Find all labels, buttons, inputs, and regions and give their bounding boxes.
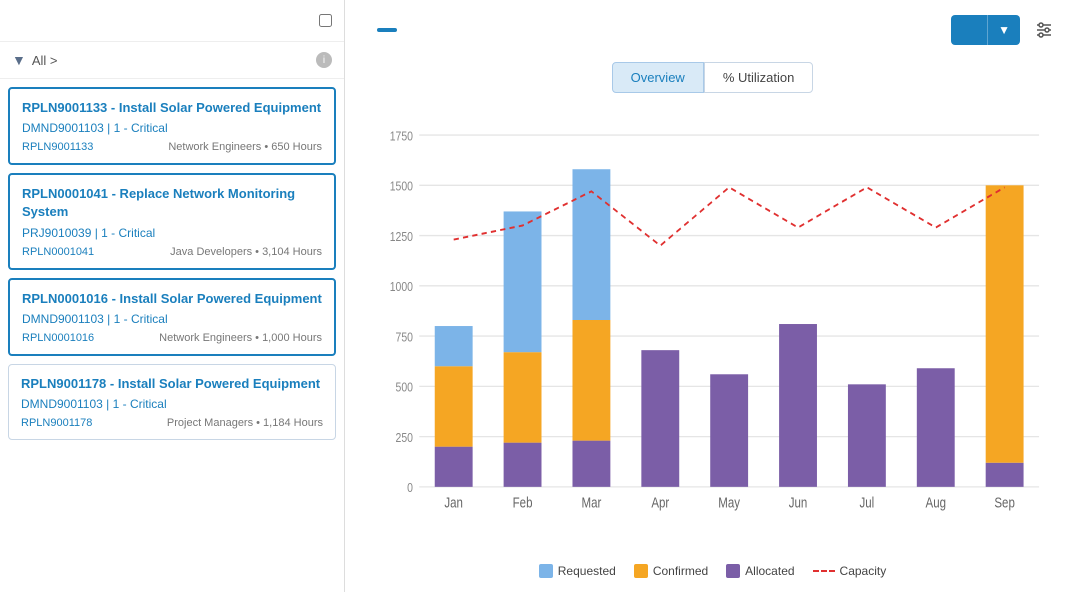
selected-badge [377, 28, 397, 32]
card-id: RPLN0001041 [22, 246, 94, 258]
legend-dash [813, 570, 835, 572]
svg-text:Jun: Jun [789, 494, 808, 511]
svg-text:0: 0 [407, 480, 413, 495]
svg-text:1750: 1750 [390, 128, 414, 143]
legend-label: Confirmed [653, 564, 708, 578]
right-header: ▼ [365, 14, 1060, 46]
card-title: RPLN9001133 - Install Solar Powered Equi… [22, 99, 322, 117]
svg-text:May: May [718, 494, 740, 511]
svg-text:Sep: Sep [994, 494, 1014, 511]
legend-color-box [634, 564, 648, 578]
legend-color-box [539, 564, 553, 578]
select-all-container [314, 14, 332, 27]
confirm-dropdown-arrow[interactable]: ▼ [987, 15, 1020, 45]
legend: Requested Confirmed Allocated Capacity [365, 564, 1060, 578]
svg-text:Mar: Mar [582, 494, 602, 511]
svg-text:1250: 1250 [390, 229, 414, 244]
card-detail: Network Engineers • 650 Hours [168, 141, 322, 153]
svg-text:500: 500 [396, 379, 414, 394]
confirm-button[interactable] [951, 15, 987, 45]
settings-icon[interactable] [1028, 14, 1060, 46]
tab-bar: Overview% Utilization [365, 62, 1060, 93]
svg-text:Jul: Jul [860, 494, 875, 511]
left-panel: ▼ All > i RPLN9001133 - Install Solar Po… [0, 0, 345, 592]
confirm-button-group: ▼ [951, 15, 1020, 45]
info-icon[interactable]: i [316, 52, 332, 68]
svg-text:Jan: Jan [444, 494, 463, 511]
list-item[interactable]: RPLN0001016 - Install Solar Powered Equi… [8, 278, 336, 356]
card-subtitle: PRJ9010039 | 1 - Critical [22, 226, 322, 240]
chart-area: 0 250 500 750 1000 1250 1500 1750 Jan Feb Mar Apr Ma… [369, 109, 1060, 552]
cards-list: RPLN9001133 - Install Solar Powered Equi… [0, 79, 344, 592]
header-actions: ▼ [951, 14, 1060, 46]
chart-container: Overview% Utilization 0 250 500 750 1000 1250… [365, 62, 1060, 578]
filter-bar: ▼ All > i [0, 42, 344, 79]
svg-text:Feb: Feb [513, 494, 533, 511]
card-title: RPLN9001178 - Install Solar Powered Equi… [21, 375, 323, 393]
list-item[interactable]: RPLN9001178 - Install Solar Powered Equi… [8, 364, 336, 440]
card-id: RPLN9001178 [21, 417, 92, 429]
select-all-checkbox[interactable] [319, 14, 332, 27]
legend-allocated: Allocated [726, 564, 794, 578]
filter-icon: ▼ [12, 52, 26, 68]
svg-text:750: 750 [396, 329, 414, 344]
chart-wrapper: 0 250 500 750 1000 1250 1500 1750 Jan Feb Mar Apr Ma… [365, 109, 1060, 552]
card-id: RPLN9001133 [22, 141, 93, 153]
left-header [0, 0, 344, 42]
svg-text:Apr: Apr [651, 494, 670, 511]
tab-overview[interactable]: Overview [612, 62, 704, 93]
legend-label: Allocated [745, 564, 794, 578]
list-item[interactable]: RPLN0001041 - Replace Network Monitoring… [8, 173, 336, 269]
card-footer: RPLN0001041 Java Developers • 3,104 Hour… [22, 246, 322, 258]
legend-capacity: Capacity [813, 564, 887, 578]
card-detail: Java Developers • 3,104 Hours [170, 246, 322, 258]
card-subtitle: DMND9001103 | 1 - Critical [22, 121, 322, 135]
card-footer: RPLN9001178 Project Managers • 1,184 Hou… [21, 417, 323, 429]
card-footer: RPLN0001016 Network Engineers • 1,000 Ho… [22, 332, 322, 344]
legend-label: Requested [558, 564, 616, 578]
card-title: RPLN0001016 - Install Solar Powered Equi… [22, 290, 322, 308]
svg-text:Aug: Aug [926, 494, 946, 511]
tab-utilization[interactable]: % Utilization [704, 62, 814, 93]
svg-text:1000: 1000 [390, 279, 414, 294]
card-subtitle: DMND9001103 | 1 - Critical [21, 397, 323, 411]
svg-text:250: 250 [396, 430, 414, 445]
card-title: RPLN0001041 - Replace Network Monitoring… [22, 185, 322, 221]
card-footer: RPLN9001133 Network Engineers • 650 Hour… [22, 141, 322, 153]
card-detail: Project Managers • 1,184 Hours [167, 417, 323, 429]
legend-label: Capacity [840, 564, 887, 578]
card-subtitle: DMND9001103 | 1 - Critical [22, 312, 322, 326]
legend-requested: Requested [539, 564, 616, 578]
card-detail: Network Engineers • 1,000 Hours [159, 332, 322, 344]
legend-color-box [726, 564, 740, 578]
legend-confirmed: Confirmed [634, 564, 708, 578]
card-id: RPLN0001016 [22, 332, 94, 344]
right-panel: ▼ Overview% Utilization 0 250 500 750 1000 12… [345, 0, 1080, 592]
filter-prefix: All > [32, 53, 58, 68]
list-item[interactable]: RPLN9001133 - Install Solar Powered Equi… [8, 87, 336, 165]
svg-text:1500: 1500 [390, 178, 414, 193]
